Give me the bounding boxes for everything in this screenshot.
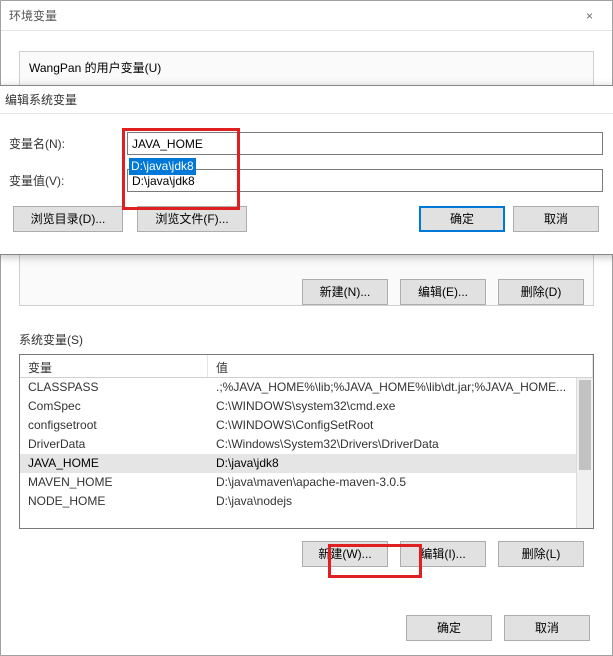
sysvar-value-cell: D:\java\nodejs bbox=[208, 492, 593, 511]
sysvar-value-cell: D:\java\jdk8 bbox=[208, 454, 593, 473]
system-variables-button-row: 新建(W)... 编辑(I)... 删除(L) bbox=[19, 541, 594, 567]
var-value-row: 变量值(V): D:\java\jdk8 bbox=[7, 169, 605, 192]
sysvar-scrollbar-thumb[interactable] bbox=[579, 380, 591, 470]
user-variables-button-row: 新建(N)... 编辑(E)... 删除(D) bbox=[302, 279, 584, 305]
sysvar-name-cell: MAVEN_HOME bbox=[20, 473, 208, 492]
sysvar-name-cell: CLASSPASS bbox=[20, 378, 208, 397]
edit-system-variable-dialog: 编辑系统变量 变量名(N): 变量值(V): D:\java\jdk8 浏览目录… bbox=[0, 85, 613, 255]
var-name-row: 变量名(N): bbox=[7, 132, 605, 155]
var-value-label: 变量值(V): bbox=[7, 172, 127, 189]
table-row[interactable]: DriverDataC:\Windows\System32\Drivers\Dr… bbox=[20, 435, 593, 454]
edit-ok-button[interactable]: 确定 bbox=[419, 206, 505, 232]
edit-dialog-title: 编辑系统变量 bbox=[0, 86, 613, 114]
sysvar-name-cell: DriverData bbox=[20, 435, 208, 454]
sysvar-value-cell: C:\WINDOWS\ConfigSetRoot bbox=[208, 416, 593, 435]
new-sys-var-button[interactable]: 新建(W)... bbox=[302, 541, 388, 567]
edit-user-var-button[interactable]: 编辑(E)... bbox=[400, 279, 486, 305]
browse-directory-button[interactable]: 浏览目录(D)... bbox=[13, 206, 123, 232]
table-row[interactable]: configsetrootC:\WINDOWS\ConfigSetRoot bbox=[20, 416, 593, 435]
edit-dialog-button-row: 浏览目录(D)... 浏览文件(F)... 确定 取消 bbox=[7, 206, 605, 232]
col-value-header[interactable]: 值 bbox=[208, 355, 593, 377]
var-name-label: 变量名(N): bbox=[7, 135, 127, 152]
env-window-titlebar: 环境变量 × bbox=[1, 1, 612, 31]
new-user-var-button[interactable]: 新建(N)... bbox=[302, 279, 388, 305]
browse-file-button[interactable]: 浏览文件(F)... bbox=[137, 206, 247, 232]
var-value-input[interactable] bbox=[127, 169, 603, 192]
var-name-input[interactable] bbox=[127, 132, 603, 155]
user-variables-label: WangPan 的用户变量(U) bbox=[29, 59, 161, 76]
sysvar-name-cell: JAVA_HOME bbox=[20, 454, 208, 473]
table-row[interactable]: MAVEN_HOMED:\java\maven\apache-maven-3.0… bbox=[20, 473, 593, 492]
edit-cancel-button[interactable]: 取消 bbox=[513, 206, 599, 232]
system-variables-list[interactable]: 变量 值 CLASSPASS.;%JAVA_HOME%\lib;%JAVA_HO… bbox=[19, 354, 594, 529]
env-cancel-button[interactable]: 取消 bbox=[504, 615, 590, 641]
delete-user-var-button[interactable]: 删除(D) bbox=[498, 279, 584, 305]
system-variables-group: 系统变量(S) 变量 值 CLASSPASS.;%JAVA_HOME%\lib;… bbox=[19, 331, 594, 567]
sysvar-scrollbar[interactable] bbox=[576, 378, 593, 528]
sysvar-list-rows: CLASSPASS.;%JAVA_HOME%\lib;%JAVA_HOME%\l… bbox=[20, 378, 593, 529]
edit-sys-var-button[interactable]: 编辑(I)... bbox=[400, 541, 486, 567]
close-icon[interactable]: × bbox=[567, 1, 612, 30]
sysvar-value-cell: D:\java\maven\apache-maven-3.0.5 bbox=[208, 473, 593, 492]
table-row[interactable]: NODE_HOMED:\java\nodejs bbox=[20, 492, 593, 511]
sysvar-name-cell: configsetroot bbox=[20, 416, 208, 435]
env-window-footer-buttons: 确定 取消 bbox=[406, 615, 590, 641]
env-ok-button[interactable]: 确定 bbox=[406, 615, 492, 641]
sysvar-value-cell: .;%JAVA_HOME%\lib;%JAVA_HOME%\lib\dt.jar… bbox=[208, 378, 593, 397]
col-name-header[interactable]: 变量 bbox=[20, 355, 208, 377]
env-window-title: 环境变量 bbox=[9, 1, 57, 30]
delete-sys-var-button[interactable]: 删除(L) bbox=[498, 541, 584, 567]
sysvar-name-cell: NODE_HOME bbox=[20, 492, 208, 511]
table-row[interactable]: ComSpecC:\WINDOWS\system32\cmd.exe bbox=[20, 397, 593, 416]
sysvar-value-cell: C:\Windows\System32\Drivers\DriverData bbox=[208, 435, 593, 454]
table-row[interactable]: JAVA_HOMED:\java\jdk8 bbox=[20, 454, 593, 473]
system-variables-label: 系统变量(S) bbox=[19, 331, 594, 348]
sysvar-name-cell: ComSpec bbox=[20, 397, 208, 416]
sysvar-value-cell: C:\WINDOWS\system32\cmd.exe bbox=[208, 397, 593, 416]
sysvar-list-header: 变量 值 bbox=[20, 355, 593, 378]
table-row[interactable]: CLASSPASS.;%JAVA_HOME%\lib;%JAVA_HOME%\l… bbox=[20, 378, 593, 397]
